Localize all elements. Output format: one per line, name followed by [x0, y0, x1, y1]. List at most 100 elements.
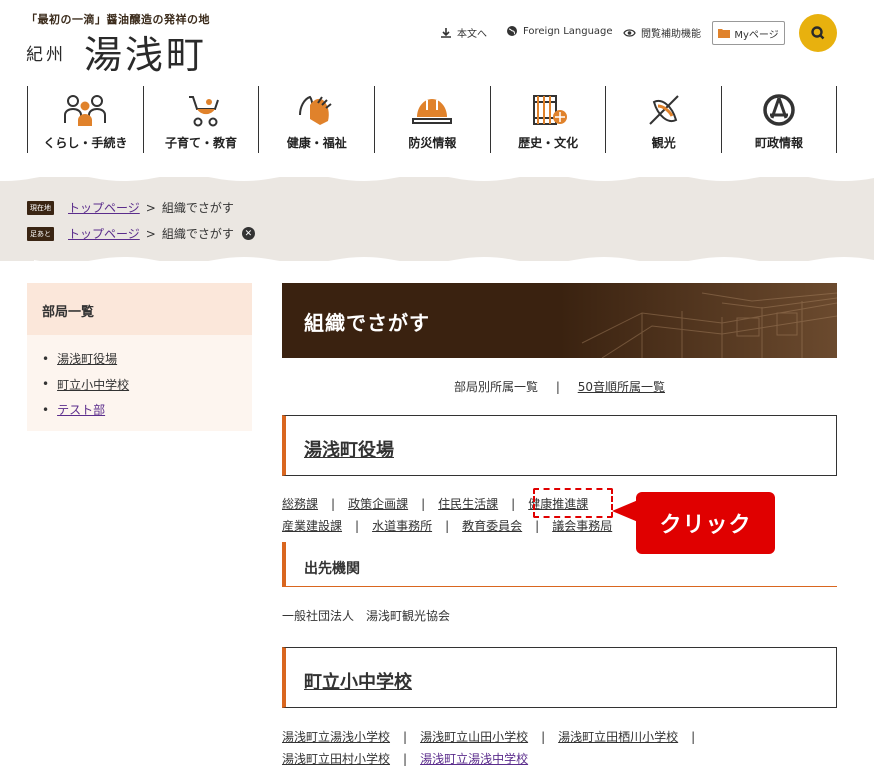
sidebar-item: テスト部	[42, 397, 252, 423]
globe-icon	[507, 26, 517, 36]
school-link-tamura-elem[interactable]: 湯浅町立田村小学校	[282, 752, 390, 766]
tab-by-department[interactable]: 部局別所属一覧	[454, 380, 538, 394]
search-icon	[811, 26, 825, 40]
page-title-banner: 組織でさがす	[282, 283, 837, 358]
skip-to-content-label: 本文へ	[457, 29, 487, 40]
dept-link-suido[interactable]: 水道事務所	[372, 519, 432, 533]
helmet-icon	[409, 92, 455, 128]
sidebar-link-yakuba[interactable]: 湯浅町役場	[57, 350, 117, 367]
sidebar-list: 湯浅町役場 町立小中学校 テスト部	[27, 335, 252, 423]
section-header-schools: 町立小中学校	[282, 647, 837, 708]
breadcrumb: 現在地 トップページ > 組織でさがす	[27, 199, 234, 216]
nav-label: 子育て・教育	[165, 136, 238, 150]
school-link-yuasa-elem[interactable]: 湯浅町立湯浅小学校	[282, 730, 390, 744]
accessibility-link[interactable]: 閲覧補助機能	[623, 25, 701, 40]
nav-label: 観光	[651, 136, 676, 150]
tab-separator: |	[555, 380, 560, 394]
link-separator: |	[445, 519, 450, 533]
stroller-icon	[178, 92, 224, 128]
emblem-icon	[756, 92, 802, 128]
site-header: 「最初の一滴」醤油醸造の発祥の地 紀州 湯浅町 本文へ Foreign Lang…	[0, 0, 874, 80]
branch-offices-title: 出先機関	[304, 561, 360, 577]
nav-label: くらし・手続き	[43, 136, 128, 150]
nav-kurashi[interactable]: くらし・手続き	[27, 86, 143, 153]
link-separator: |	[541, 730, 546, 744]
wave-divider	[0, 176, 874, 181]
dept-link-kyoiku[interactable]: 教育委員会	[462, 519, 522, 533]
branch-office-text: 一般社団法人 湯浅町観光協会	[282, 609, 451, 623]
nav-bousai[interactable]: 防災情報	[374, 86, 490, 153]
nav-label: 健康・福祉	[286, 136, 347, 150]
history-trail: 足あと トップページ > 組織でさがす ✕	[27, 225, 255, 242]
link-separator: |	[403, 730, 408, 744]
site-logo[interactable]: 湯浅町	[84, 24, 207, 79]
nav-label: 町政情報	[754, 136, 803, 150]
download-icon	[441, 27, 451, 38]
nav-label: 歴史・文化	[518, 136, 579, 150]
nav-rekishi[interactable]: 歴史・文化	[489, 86, 606, 153]
breadcrumb-top-link[interactable]: トップページ	[68, 199, 140, 216]
site-logo-prefix[interactable]: 紀州	[26, 40, 66, 65]
history-tag: 足あと	[27, 226, 54, 241]
link-separator: |	[421, 497, 426, 511]
callout-pointer	[612, 500, 638, 522]
school-link-tasugawa-elem[interactable]: 湯浅町立田栖川小学校	[558, 730, 678, 744]
nav-kosodate[interactable]: 子育て・教育	[142, 86, 259, 153]
nav-label: 防災情報	[408, 136, 457, 150]
breadcrumb-current: 組織でさがす	[161, 201, 234, 215]
history-top-link[interactable]: トップページ	[68, 225, 140, 242]
sidebar-item: 町立小中学校	[42, 372, 252, 398]
sidebar: 部局一覧 湯浅町役場 町立小中学校 テスト部	[27, 283, 252, 431]
history-current: 組織でさがす	[161, 227, 234, 241]
section-title-yakuba[interactable]: 湯浅町役場	[304, 436, 394, 462]
link-separator: |	[403, 752, 408, 766]
school-link-yamada-elem[interactable]: 湯浅町立山田小学校	[420, 730, 528, 744]
school-links-row1: 湯浅町立湯浅小学校 | 湯浅町立山田小学校 | 湯浅町立田栖川小学校 |	[282, 728, 708, 745]
mypage-label: Myページ	[734, 29, 779, 41]
barrel-icon	[525, 92, 571, 128]
history-separator: >	[145, 226, 156, 241]
click-highlight-box	[533, 488, 613, 518]
caring-hands-icon	[294, 92, 340, 128]
nav-kanko[interactable]: 観光	[605, 86, 721, 153]
breadcrumb-separator: >	[145, 200, 156, 215]
sidebar-item: 湯浅町役場	[42, 346, 252, 372]
page-title: 組織でさがす	[304, 311, 430, 335]
accessibility-label: 閲覧補助機能	[641, 29, 701, 40]
link-separator: |	[331, 497, 336, 511]
nav-chosei[interactable]: 町政情報	[721, 86, 837, 153]
nav-kenko[interactable]: 健康・福祉	[258, 86, 374, 153]
link-separator: |	[355, 519, 360, 533]
link-separator: |	[511, 497, 516, 511]
link-separator: |	[535, 519, 540, 533]
eye-icon	[623, 28, 636, 37]
close-icon[interactable]: ✕	[241, 227, 255, 240]
section-header-yakuba: 湯浅町役場	[282, 415, 837, 476]
dept-link-jumin[interactable]: 住民生活課	[438, 497, 498, 511]
school-links-row2: 湯浅町立田村小学校 | 湯浅町立湯浅中学校	[282, 750, 528, 767]
dept-link-sangyo[interactable]: 産業建設課	[282, 519, 342, 533]
foreign-language-link[interactable]: Foreign Language	[506, 25, 613, 37]
wave-divider	[0, 257, 874, 262]
foreign-language-label: Foreign Language	[523, 25, 613, 37]
department-links-row2: 産業建設課 | 水道事務所 | 教育委員会 | 議会事務局	[282, 517, 612, 534]
school-link-yuasa-junior[interactable]: 湯浅町立湯浅中学校	[420, 752, 528, 766]
section-title-schools[interactable]: 町立小中学校	[304, 668, 412, 694]
skip-to-content-link[interactable]: 本文へ	[440, 25, 487, 40]
listing-tabs: 部局別所属一覧 | 50音順所属一覧	[282, 378, 837, 395]
breadcrumb-area: 現在地 トップページ > 組織でさがす 足あと トップページ > 組織でさがす …	[0, 176, 874, 262]
canoe-icon	[641, 92, 687, 128]
click-callout: クリック	[636, 492, 775, 554]
folder-icon	[718, 29, 731, 38]
mypage-button[interactable]: Myページ	[712, 21, 785, 45]
sidebar-link-schools[interactable]: 町立小中学校	[57, 376, 129, 393]
search-button[interactable]	[799, 14, 837, 52]
dept-link-gikai[interactable]: 議会事務局	[552, 519, 612, 533]
people-icon	[62, 92, 108, 128]
sidebar-link-test[interactable]: テスト部	[57, 401, 105, 418]
dept-link-somu[interactable]: 総務課	[282, 497, 318, 511]
tab-by-syllabary[interactable]: 50音順所属一覧	[578, 380, 665, 394]
link-separator: |	[691, 730, 696, 744]
dept-link-seisaku[interactable]: 政策企画課	[348, 497, 408, 511]
sidebar-heading: 部局一覧	[27, 283, 252, 335]
